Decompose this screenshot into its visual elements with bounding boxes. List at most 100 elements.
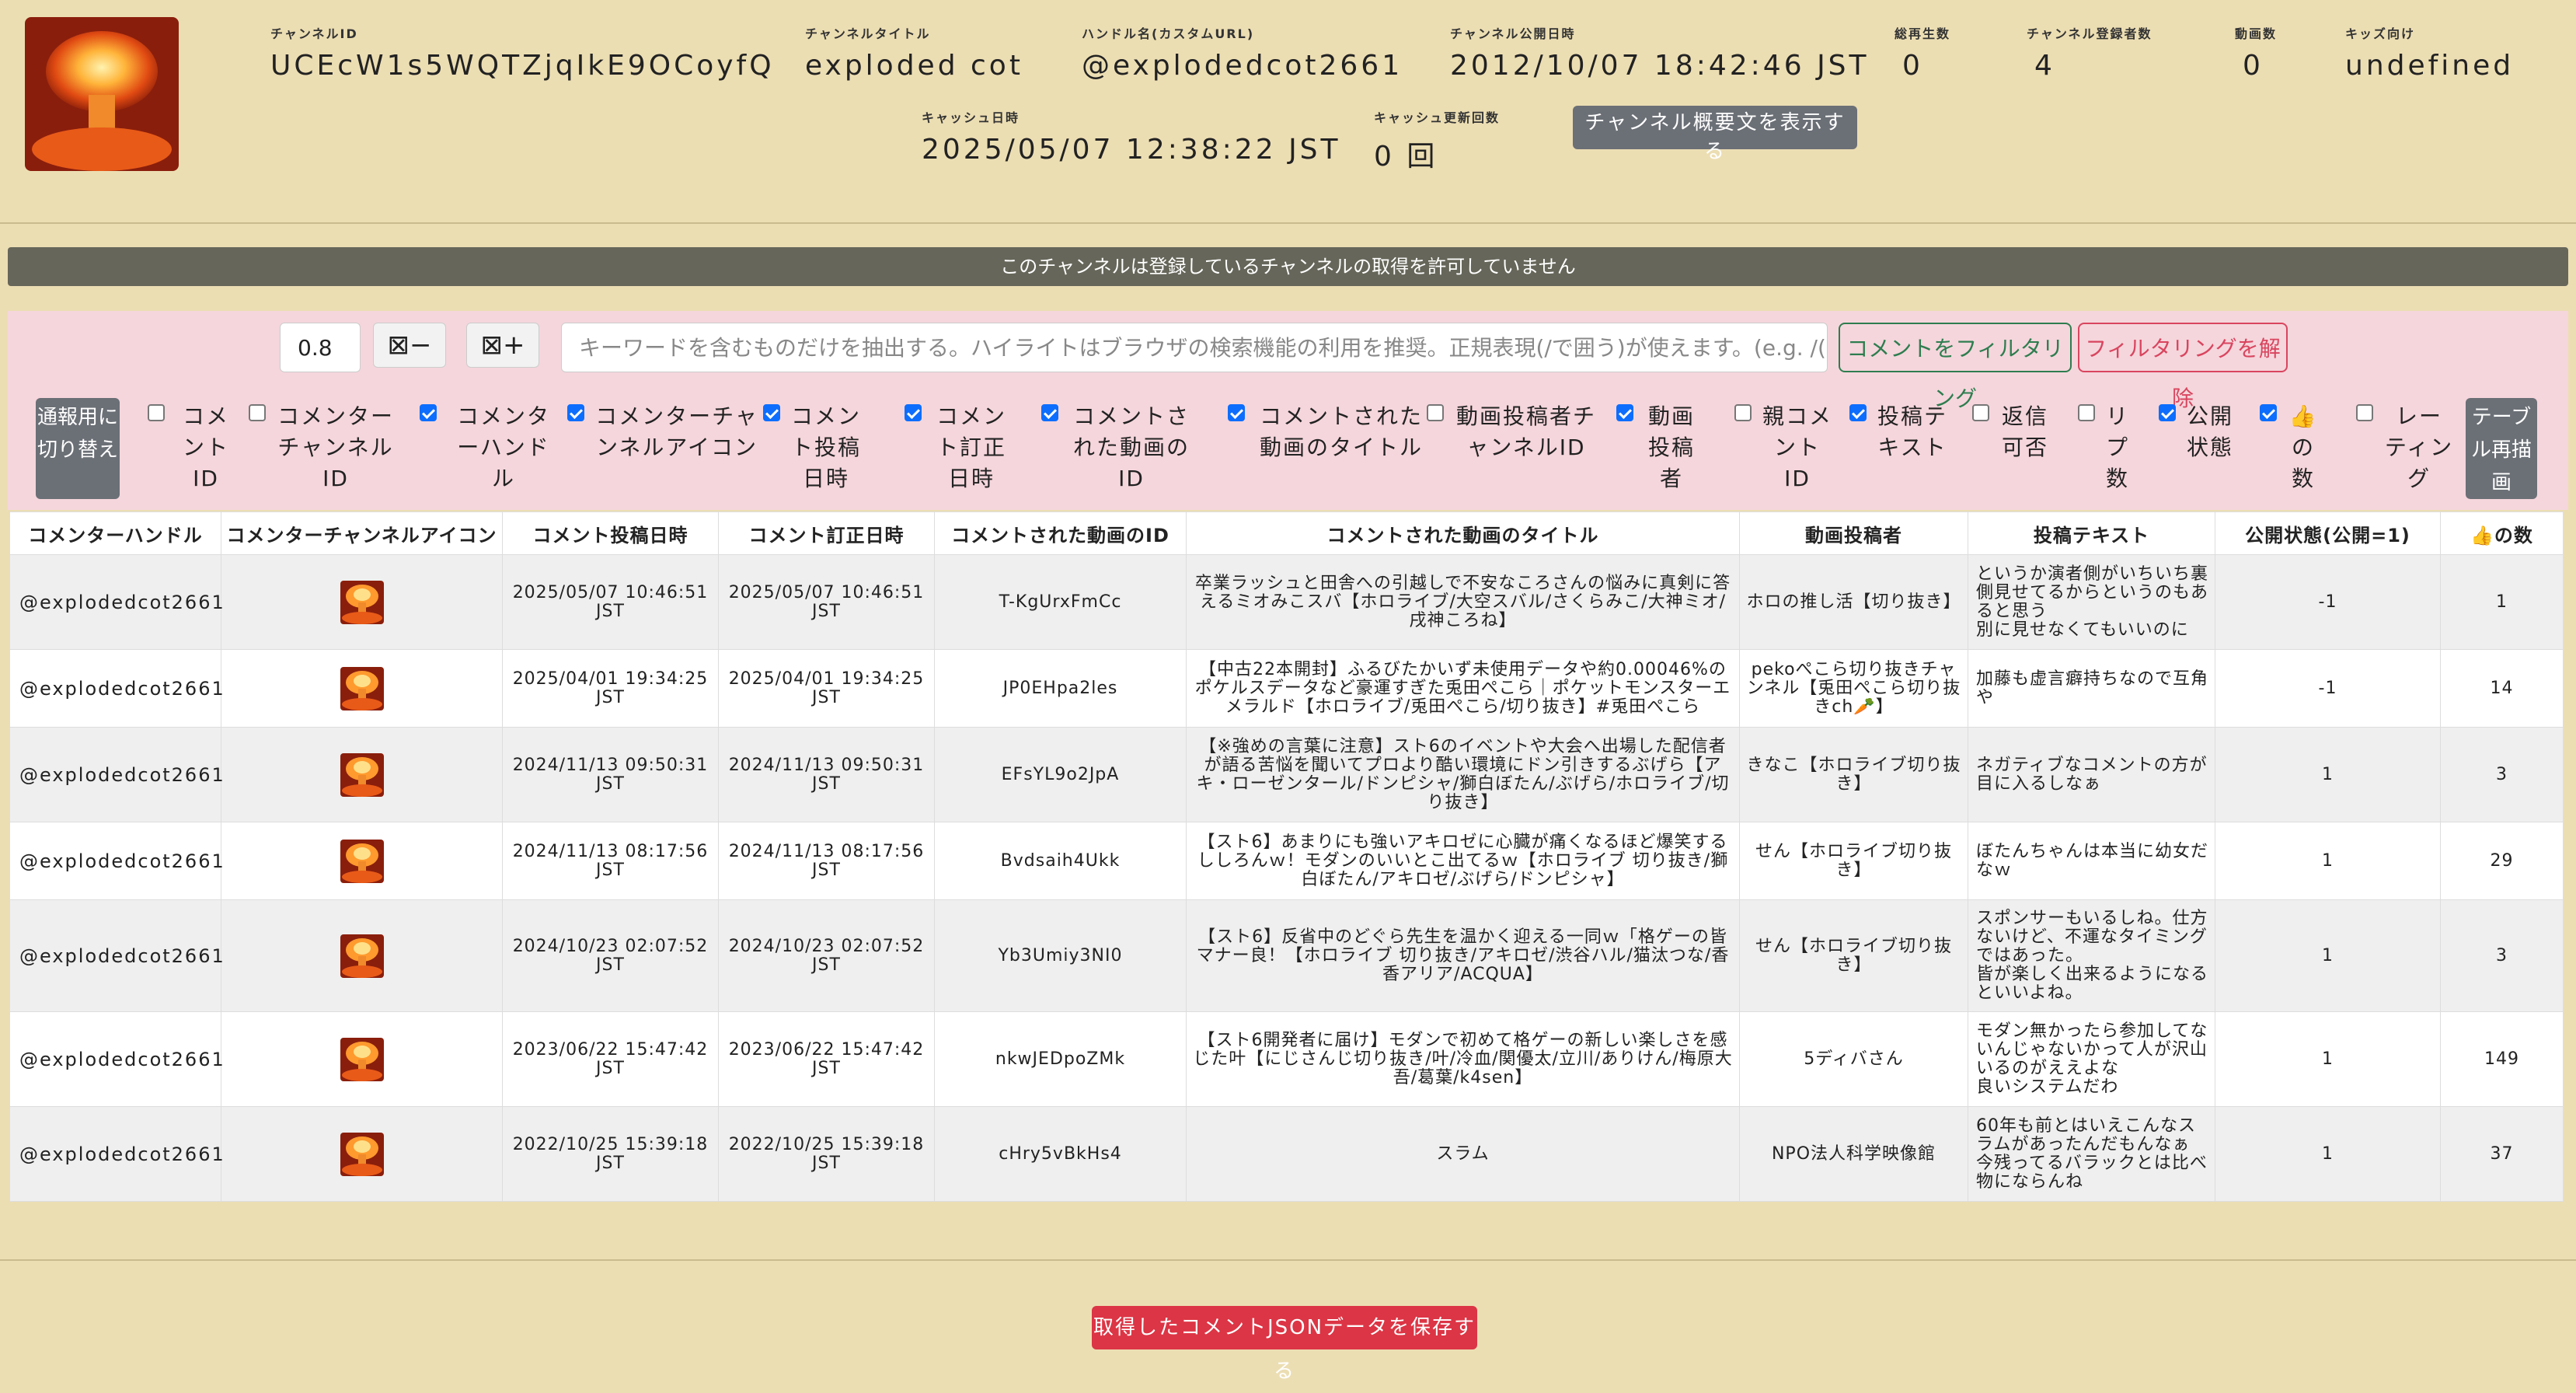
commenter-avatar[interactable] xyxy=(340,580,384,624)
column-toggle-10[interactable]: 親コメントID xyxy=(1734,401,1832,494)
column-checkbox[interactable] xyxy=(1616,404,1633,421)
column-checkbox[interactable] xyxy=(2260,404,2277,421)
zoom-out-button[interactable]: ⊠− xyxy=(373,323,446,368)
column-header[interactable]: コメンターチャンネルアイコン xyxy=(221,511,503,555)
filter-comments-button[interactable]: コメントをフィルタリング xyxy=(1839,323,2072,411)
column-toggle-11[interactable]: 投稿テキスト xyxy=(1849,401,1947,463)
column-checkbox[interactable] xyxy=(1041,404,1058,421)
show-description-button[interactable]: チャンネル概要文を表示する xyxy=(1573,106,1857,163)
keyword-input[interactable]: キーワードを含むものだけを抽出する。ハイライトはブラウザの検索機能の利用を推奨。… xyxy=(561,323,1828,372)
commenter-avatar[interactable] xyxy=(340,934,384,978)
column-toggle-label: レーティング xyxy=(2384,403,2454,491)
column-toggle-2[interactable]: コメンターハンドル xyxy=(420,401,559,494)
cell-handle: @explodedcot2661 xyxy=(9,554,224,650)
commenter-icon-cell xyxy=(221,822,503,900)
cell-handle: @explodedcot2661 xyxy=(9,727,224,822)
column-checkbox[interactable] xyxy=(1849,404,1867,421)
cell-title: 【中古22本開封】ふるびたかいず未使用データや約0.00046%のポケルスデータ… xyxy=(1186,649,1740,728)
column-header[interactable]: 公開状態(公開=1) xyxy=(2215,511,2441,555)
column-checkbox[interactable] xyxy=(420,404,437,421)
column-toggle-7[interactable]: コメントされた動画のタイトル xyxy=(1228,401,1427,463)
column-checkbox[interactable] xyxy=(1734,404,1752,421)
subscribers-value: 4 xyxy=(2034,50,2055,82)
commenter-avatar[interactable] xyxy=(340,1132,384,1176)
column-toggle-4[interactable]: コメント投稿日時 xyxy=(763,401,861,494)
column-header[interactable]: コメンターハンドル xyxy=(9,511,221,555)
column-toggle-5[interactable]: コメント訂正日時 xyxy=(905,401,1010,494)
table-body: @explodedcot2661 2025/05/07 10:46:51 JST 2… xyxy=(9,554,2564,1202)
table-row: @explodedcot2661 2024/10/23 02:07:52 JST 2… xyxy=(9,899,2564,1012)
column-header[interactable]: コメント投稿日時 xyxy=(502,511,719,555)
column-toggle-3[interactable]: コメンターチャンネルアイコン xyxy=(567,401,758,463)
channel-id-value: UCEcW1s5WQTZjqIkE9OCoyfQ xyxy=(270,50,775,82)
cache-date-label: キャッシュ日時 xyxy=(922,110,1020,125)
cell-text: スポンサーもいるしね。仕方ないけど、不運なタイミングではあった。 皆が楽しく出来… xyxy=(1968,899,2215,1012)
column-toggle-0[interactable]: コメントID xyxy=(148,401,236,494)
cell-status: 1 xyxy=(2215,1011,2441,1107)
cell-edited: 2025/04/01 19:34:25 JST xyxy=(718,649,935,728)
subscribers-label: チャンネル登録者数 xyxy=(2027,26,2152,41)
channel-handle-label: ハンドル名(カスタムURL) xyxy=(1082,26,1255,41)
column-header[interactable]: 👍の数 xyxy=(2440,511,2564,555)
cell-text: 60年も前とはいえこんなスラムがあったんだもんなぁ 今残ってるバラックとは比べ物… xyxy=(1968,1106,2215,1202)
cell-likes: 37 xyxy=(2440,1106,2564,1202)
cell-video-id: Yb3Umiy3NI0 xyxy=(934,899,1187,1012)
column-toggle-16[interactable]: レーティング xyxy=(2356,401,2454,494)
column-toggle-12[interactable]: 返信可否 xyxy=(1972,401,2050,463)
scale-input[interactable]: 0.8 xyxy=(280,323,361,372)
cell-handle: @explodedcot2661 xyxy=(9,822,224,900)
column-checkbox[interactable] xyxy=(148,404,165,421)
column-toggle-6[interactable]: コメントされた動画のID xyxy=(1041,401,1194,494)
column-toggle-1[interactable]: コメンターチャンネルID xyxy=(249,401,395,494)
table-row: @explodedcot2661 2025/05/07 10:46:51 JST 2… xyxy=(9,554,2564,650)
column-checkbox[interactable] xyxy=(2356,404,2373,421)
cache-date-value: 2025/05/07 12:38:22 JST xyxy=(922,134,1341,166)
column-toggle-8[interactable]: 動画投稿者チャンネルID xyxy=(1427,401,1598,463)
cell-posted: 2024/10/23 02:07:52 JST xyxy=(502,899,719,1012)
commenter-avatar[interactable] xyxy=(340,666,384,710)
commenter-icon-cell xyxy=(221,1011,503,1107)
column-toggle-label: 返信可否 xyxy=(2001,403,2048,460)
cell-title: 卒業ラッシュと田舎への引越しで不安なころさんの悩みに真剣に答えるミオみこスバ【ホ… xyxy=(1186,554,1740,650)
column-checkbox[interactable] xyxy=(905,404,922,421)
clear-filter-button[interactable]: フィルタリングを解除 xyxy=(2078,323,2288,411)
commenter-avatar[interactable] xyxy=(340,839,384,883)
column-checkbox[interactable] xyxy=(1228,404,1245,421)
column-toggle-label: コメンターチャンネルID xyxy=(277,403,394,491)
cell-edited: 2024/10/23 02:07:52 JST xyxy=(718,899,935,1012)
cell-edited: 2024/11/13 09:50:31 JST xyxy=(718,727,935,822)
redraw-table-button[interactable]: テーブル再描画 xyxy=(2466,398,2537,499)
column-toggle-label: 動画投稿者 xyxy=(1647,403,1695,491)
column-toggle-9[interactable]: 動画投稿者 xyxy=(1616,401,1699,494)
table-row: @explodedcot2661 2024/11/13 08:17:56 JST 2… xyxy=(9,822,2564,900)
column-toggle-14[interactable]: 公開状態 xyxy=(2159,401,2233,463)
cell-author: せん【ホロライブ切り抜き】 xyxy=(1739,822,1968,900)
column-checkbox[interactable] xyxy=(567,404,584,421)
cell-posted: 2024/11/13 09:50:31 JST xyxy=(502,727,719,822)
report-mode-toggle-button[interactable]: 通報用に切り替え xyxy=(36,398,120,499)
zoom-in-button[interactable]: ⊠+ xyxy=(466,323,539,368)
commenter-avatar[interactable] xyxy=(340,752,384,797)
column-toggle-label: コメンターハンドル xyxy=(456,403,550,491)
column-checkbox[interactable] xyxy=(2159,404,2176,421)
column-checkbox[interactable] xyxy=(249,404,266,421)
column-checkbox[interactable] xyxy=(2078,404,2095,421)
column-checkbox[interactable] xyxy=(1972,404,1989,421)
column-header[interactable]: コメントされた動画のタイトル xyxy=(1186,511,1740,555)
column-header[interactable]: コメントされた動画のID xyxy=(934,511,1187,555)
column-toggle-13[interactable]: リプ数 xyxy=(2078,401,2129,494)
column-header[interactable]: 投稿テキスト xyxy=(1968,511,2215,555)
cell-text: ネガティブなコメントの方が目に入るしなぁ xyxy=(1968,727,2215,822)
column-header[interactable]: コメント訂正日時 xyxy=(718,511,935,555)
column-checkbox[interactable] xyxy=(1427,404,1444,421)
column-header[interactable]: 動画投稿者 xyxy=(1739,511,1968,555)
column-checkbox[interactable] xyxy=(763,404,780,421)
video-count-value: 0 xyxy=(2243,50,2264,82)
cell-status: -1 xyxy=(2215,649,2441,728)
commenter-icon-cell xyxy=(221,554,503,650)
column-toggle-15[interactable]: 👍の数 xyxy=(2260,401,2319,494)
cell-author: きなこ【ホロライブ切り抜き】 xyxy=(1739,727,1968,822)
save-json-button[interactable]: 取得したコメントJSONデータを保存する xyxy=(1092,1306,1477,1383)
cell-edited: 2024/11/13 08:17:56 JST xyxy=(718,822,935,900)
commenter-avatar[interactable] xyxy=(340,1037,384,1081)
